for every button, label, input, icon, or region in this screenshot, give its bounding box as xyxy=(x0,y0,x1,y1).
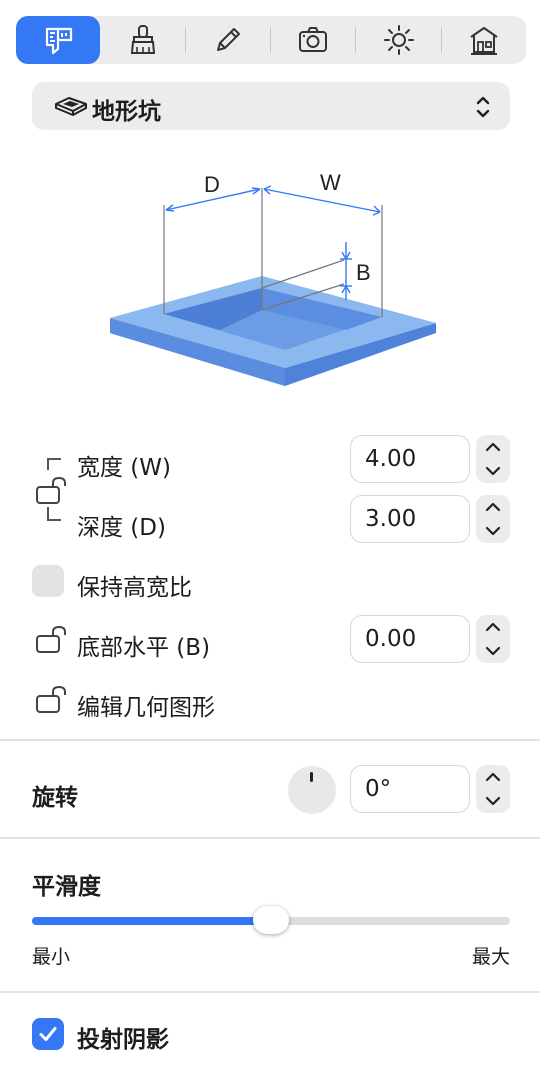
unlock-icon[interactable] xyxy=(35,475,69,507)
object-type-label: 地形坑 xyxy=(92,99,161,125)
smoothness-slider-thumb[interactable] xyxy=(253,906,289,934)
width-depth-link-bracket xyxy=(47,507,61,521)
width-depth-link-bracket xyxy=(47,458,61,470)
bottom-level-field[interactable]: 0.00 xyxy=(350,615,470,663)
terrain-pit-icon xyxy=(55,97,87,116)
bottom-level-label: 底部水平 (B) xyxy=(77,635,211,661)
chevron-up-icon[interactable] xyxy=(484,770,502,784)
measure-icon xyxy=(46,27,73,55)
diagram-label-d: D xyxy=(204,172,220,197)
width-field[interactable]: 4.00 xyxy=(350,435,470,483)
object-type-select[interactable]: 地形坑 xyxy=(32,82,510,130)
tab-camera[interactable] xyxy=(271,16,355,64)
smoothness-max-label: 最大 xyxy=(471,946,510,968)
terrain-pit-diagram: D W B xyxy=(110,170,436,386)
tab-pencil[interactable] xyxy=(186,16,270,64)
diagram-label-w: W xyxy=(320,170,341,195)
tab-brush[interactable] xyxy=(100,16,184,64)
sun-icon xyxy=(383,25,414,55)
section-divider xyxy=(0,991,540,993)
keep-ratio-checkbox[interactable] xyxy=(32,565,64,597)
rotation-field[interactable]: 0° xyxy=(350,765,470,813)
chevron-up-down-icon xyxy=(476,96,490,118)
tab-house[interactable] xyxy=(442,16,526,64)
guide-line xyxy=(261,259,345,289)
chevron-down-icon[interactable] xyxy=(484,794,502,808)
edit-geometry-label[interactable]: 编辑几何图形 xyxy=(77,688,215,722)
chevron-down-icon[interactable] xyxy=(484,464,502,478)
smoothness-slider[interactable] xyxy=(32,906,510,934)
chevron-up-icon[interactable] xyxy=(484,500,502,514)
tab-measure[interactable] xyxy=(16,16,101,64)
house-icon xyxy=(470,27,498,55)
depth-stepper[interactable] xyxy=(476,495,510,543)
rotation-stepper[interactable] xyxy=(476,765,510,813)
section-divider xyxy=(0,837,540,839)
checkmark-icon xyxy=(39,1027,57,1041)
chevron-down-icon[interactable] xyxy=(484,524,502,538)
unlock-icon[interactable] xyxy=(35,624,69,656)
diagram-label-b: B xyxy=(356,260,371,285)
pencil-icon xyxy=(216,28,240,51)
unlock-icon[interactable] xyxy=(35,684,69,716)
smoothness-min-label: 最小 xyxy=(32,946,71,968)
depth-label: 深度 (D) xyxy=(77,515,166,541)
inspector-toolbar xyxy=(16,16,526,64)
smoothness-title: 平滑度 xyxy=(32,874,101,900)
width-stepper[interactable] xyxy=(476,435,510,483)
rotation-dial-tick xyxy=(310,772,313,782)
chevron-up-icon[interactable] xyxy=(484,620,502,634)
keep-ratio-label: 保持高宽比 xyxy=(77,575,192,601)
cast-shadow-checkbox[interactable] xyxy=(32,1018,64,1050)
rotation-title: 旋转 xyxy=(32,785,78,811)
camera-icon xyxy=(299,27,328,52)
width-label: 宽度 (W) xyxy=(77,455,171,481)
chevron-up-icon[interactable] xyxy=(484,440,502,454)
chevron-down-icon[interactable] xyxy=(484,644,502,658)
brush-icon xyxy=(130,25,155,54)
cast-shadow-label: 投射阴影 xyxy=(77,1027,169,1053)
rotation-dial[interactable] xyxy=(288,766,336,814)
tab-light[interactable] xyxy=(356,16,440,64)
depth-field[interactable]: 3.00 xyxy=(350,495,470,543)
section-divider xyxy=(0,739,540,741)
smoothness-slider-fill xyxy=(32,917,271,925)
bottom-level-stepper[interactable] xyxy=(476,615,510,663)
